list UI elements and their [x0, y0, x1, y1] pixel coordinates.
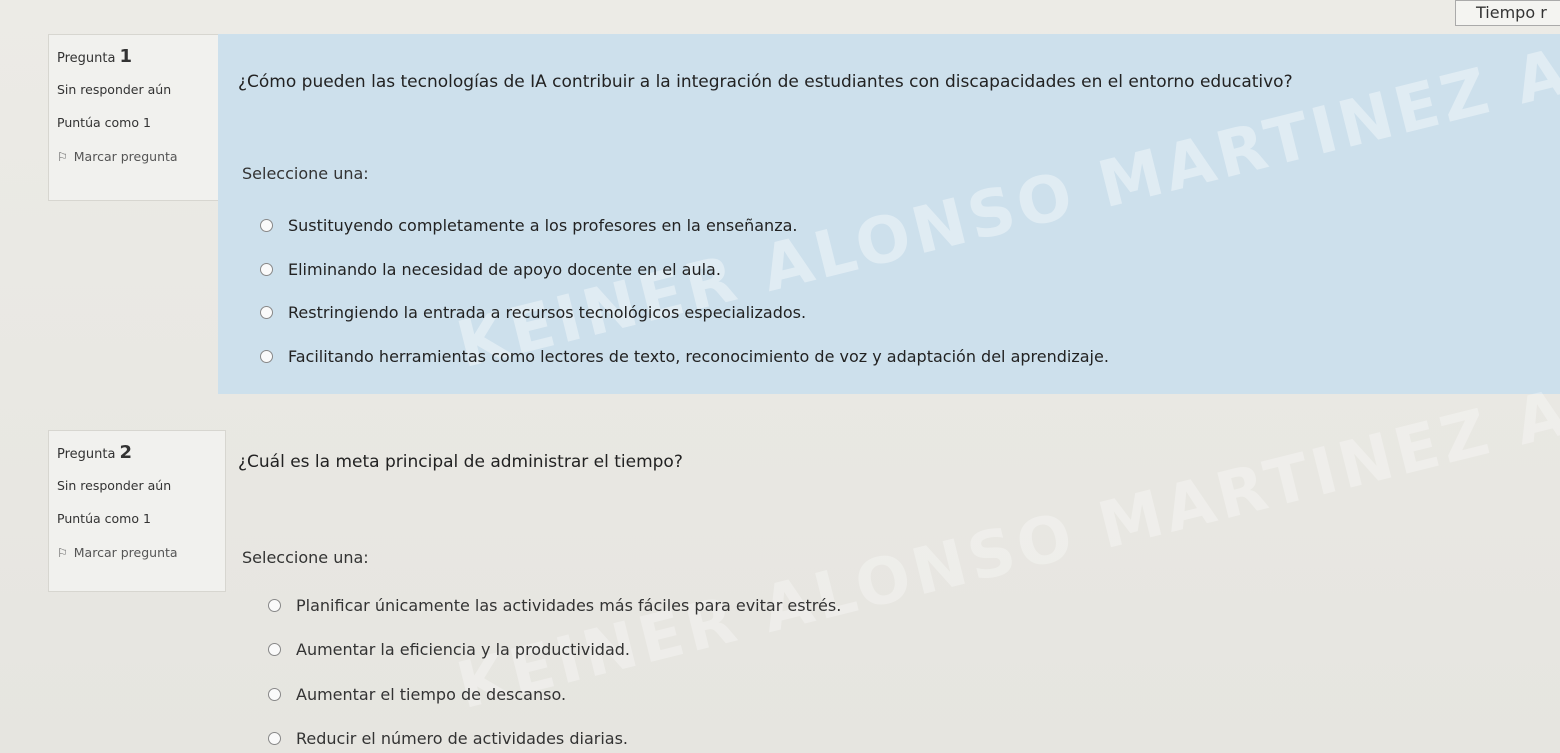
question-number-prefix: Pregunta [57, 447, 116, 462]
flag-question-link[interactable]: ⚐ Marcar pregunta [57, 149, 217, 166]
flag-question-label: Marcar pregunta [73, 544, 178, 560]
radio-icon[interactable] [260, 262, 273, 276]
timer-label: Tiempo r [1476, 3, 1547, 22]
radio-icon[interactable] [260, 306, 273, 320]
answer-label: Aumentar el tiempo de descanso. [296, 684, 567, 704]
radio-icon[interactable] [268, 643, 281, 657]
radio-icon[interactable] [268, 732, 281, 746]
answer-option[interactable]: Aumentar la eficiencia y la productivida… [268, 628, 841, 673]
flag-icon: ⚐ [57, 545, 68, 560]
flag-icon: ⚐ [57, 149, 68, 164]
question-number-value: 2 [119, 442, 132, 463]
question-number: Pregunta 1 [57, 45, 217, 68]
question-info: Pregunta 1 Sin responder aún Puntúa como … [48, 34, 226, 201]
question-info: Pregunta 2 Sin responder aún Puntúa como … [48, 430, 226, 592]
answer-label: Reducir el número de actividades diarias… [296, 729, 628, 749]
question-1: Pregunta 1 Sin responder aún Puntúa como … [48, 0, 1560, 394]
question-state: Sin responder aún [57, 82, 172, 98]
question-2: Pregunta 2 Sin responder aún Puntúa como … [48, 325, 1560, 753]
answer-option[interactable]: Restringiendo la entrada a recursos tecn… [260, 291, 1109, 335]
answer-label: Facilitando herramientas como lectores d… [288, 346, 1109, 366]
answer-option[interactable]: Sustituyendo completamente a los profeso… [260, 204, 1109, 248]
answer-list: Sustituyendo completamente a los profeso… [260, 204, 1109, 378]
question-points: Puntúa como 1 [57, 114, 151, 130]
quiz-page: Tiempo r Pregunta 1 Sin responder aún Pun… [0, 0, 1560, 753]
answer-option[interactable]: Reducir el número de actividades diarias… [268, 717, 841, 753]
question-number-prefix: Pregunta [57, 51, 116, 66]
timer-box: Tiempo r [1455, 0, 1560, 26]
answer-prompt: Seleccione una: [242, 548, 369, 567]
question-text: ¿Cuál es la meta principal de administra… [238, 452, 683, 472]
answer-option[interactable]: Eliminando la necesidad de apoyo docente… [260, 248, 1109, 292]
answer-label: Sustituyendo completamente a los profeso… [288, 216, 798, 236]
question-number: Pregunta 2 [57, 441, 217, 464]
answer-label: Aumentar la eficiencia y la productivida… [296, 640, 631, 660]
question-text: ¿Cómo pueden las tecnologías de IA contr… [238, 72, 1293, 92]
answer-label: Eliminando la necesidad de apoyo docente… [288, 259, 721, 279]
radio-icon[interactable] [268, 598, 281, 612]
answer-prompt: Seleccione una: [242, 164, 369, 183]
radio-icon[interactable] [260, 219, 273, 233]
answer-label: Planificar únicamente las actividades má… [296, 595, 842, 615]
question-content: KEINER ALONSO MARTINEZ ALFON ¿Cómo puede… [218, 0, 1560, 394]
flag-question-label: Marcar pregunta [73, 148, 178, 164]
question-points: Puntúa como 1 [57, 510, 151, 526]
question-number-value: 1 [119, 46, 132, 67]
question-state: Sin responder aún [57, 478, 172, 494]
question-content: KEINER ALONSO MARTINEZ ALFON ¿Cuál es la… [218, 325, 1560, 753]
radio-icon[interactable] [260, 349, 273, 363]
answer-list: Planificar únicamente las actividades má… [268, 583, 841, 753]
answer-option[interactable]: Facilitando herramientas como lectores d… [260, 335, 1109, 379]
answer-label: Restringiendo la entrada a recursos tecn… [288, 303, 807, 323]
answer-option[interactable]: Planificar únicamente las actividades má… [268, 583, 841, 628]
answer-option[interactable]: Aumentar el tiempo de descanso. [268, 672, 841, 717]
radio-icon[interactable] [268, 687, 281, 701]
flag-question-link[interactable]: ⚐ Marcar pregunta [57, 545, 217, 562]
